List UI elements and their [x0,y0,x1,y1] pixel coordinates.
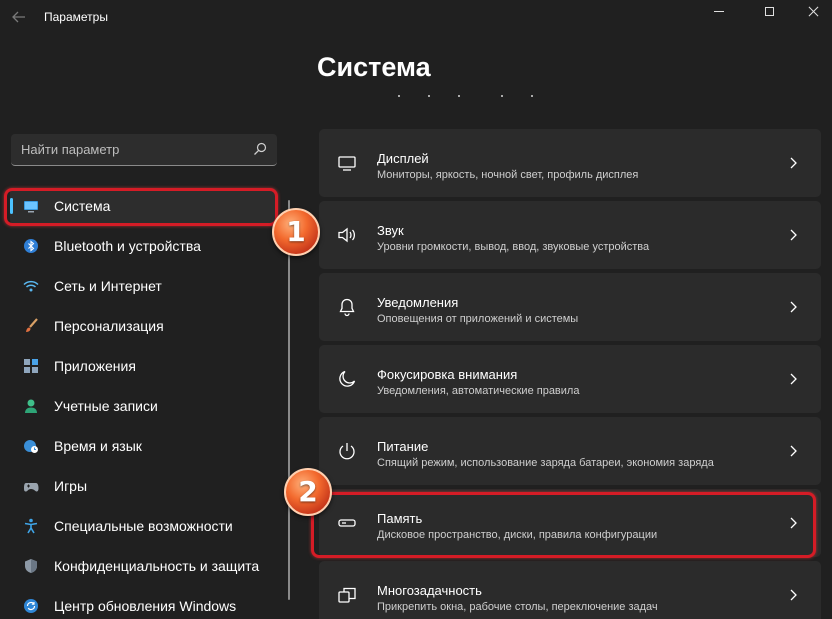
step-badge-2: 2 [284,468,332,516]
speaker-icon [338,227,356,243]
title-bar: Параметры [0,0,832,36]
card-title: Уведомления [377,295,459,310]
sidebar-item-label: Bluetooth и устройства [54,238,201,254]
sidebar-item-apps[interactable]: Приложения [10,348,276,384]
close-icon [808,6,819,17]
gamepad-icon [24,483,39,492]
app-title: Параметры [44,10,108,24]
card-title: Звук [377,223,404,238]
highlight-frame-storage [311,492,816,558]
sidebar-item-label: Приложения [54,358,136,374]
card-description: Прикрепить окна, рабочие столы, переключ… [377,601,658,613]
accessibility-icon [24,518,38,534]
sidebar-item-label: Время и язык [54,438,142,454]
sidebar-item-label: Центр обновления Windows [54,598,237,614]
page-title: Система [317,52,431,82]
sidebar-item-windows-update[interactable]: Центр обновления Windows [10,588,276,619]
chevron-right-icon [790,445,797,457]
card-description: Уведомления, автоматические правила [377,385,580,397]
minimize-icon [714,10,724,12]
sidebar-item-label: Учетные записи [54,398,158,414]
sidebar-item-accounts[interactable]: Учетные записи [10,388,276,424]
moon-icon [339,370,356,387]
chevron-right-icon [790,157,797,169]
brush-icon [26,318,38,332]
globe-clock-icon [24,440,38,453]
card-title: Фокусировка внимания [377,367,518,382]
sidebar-item-label: Сеть и Интернет [54,278,162,294]
sidebar-item-personalization[interactable]: Персонализация [10,308,276,344]
multitasking-icon [338,587,356,603]
chevron-right-icon [790,301,797,313]
sidebar-item-network[interactable]: Сеть и Интернет [10,268,276,304]
setting-card-sound[interactable]: Звук Уровни громкости, вывод, ввод, звук… [319,201,821,269]
bluetooth-icon [24,239,38,253]
setting-card-display[interactable]: Дисплей Мониторы, яркость, ночной свет, … [319,129,821,197]
search-box[interactable] [11,134,277,166]
setting-card-notifications[interactable]: Уведомления Оповещения от приложений и с… [319,273,821,341]
decorative-dots [398,95,543,101]
sidebar-item-label: Специальные возможности [54,518,233,534]
sidebar-item-label: Конфиденциальность и защита [54,558,260,574]
card-title: Многозадачность [377,583,482,598]
sidebar-item-privacy[interactable]: Конфиденциальность и защита [10,548,276,584]
search-input[interactable] [11,134,241,165]
step-badge-1: 1 [272,208,320,256]
sidebar-item-time-language[interactable]: Время и язык [10,428,276,464]
card-title: Дисплей [377,151,429,166]
setting-card-multitasking[interactable]: Многозадачность Прикрепить окна, рабочие… [319,561,821,619]
display-icon [338,156,356,171]
card-title: Питание [377,439,429,454]
wifi-icon [23,280,39,292]
apps-icon [24,359,38,373]
card-description: Уровни громкости, вывод, ввод, звуковые … [377,241,650,253]
maximize-icon [764,6,774,16]
sidebar-item-label: Персонализация [54,318,164,334]
setting-card-power[interactable]: Питание Спящий режим, использование заря… [319,417,821,485]
bell-icon [339,298,355,317]
arrow-left-icon [12,11,25,23]
maximize-button[interactable] [746,0,792,22]
highlight-frame-system [4,188,278,226]
card-description: Мониторы, яркость, ночной свет, профиль … [377,169,639,181]
sidebar-item-bluetooth[interactable]: Bluetooth и устройства [10,228,276,264]
chevron-right-icon [790,589,797,601]
setting-card-focus[interactable]: Фокусировка внимания Уведомления, автома… [319,345,821,413]
power-icon [339,443,355,460]
minimize-button[interactable] [696,0,742,22]
sidebar-item-label: Игры [54,478,88,494]
close-button[interactable] [794,0,832,22]
sidebar-item-gaming[interactable]: Игры [10,468,276,504]
chevron-right-icon [790,229,797,241]
card-description: Спящий режим, использование заряда батар… [377,457,714,469]
card-description: Оповещения от приложений и системы [377,313,579,325]
back-button[interactable] [8,6,30,28]
sidebar-item-accessibility[interactable]: Специальные возможности [10,508,276,544]
shield-icon [25,559,37,573]
chevron-right-icon [790,373,797,385]
update-icon [24,599,38,613]
person-icon [25,399,37,413]
search-icon[interactable] [253,142,267,156]
sidebar-scrollbar[interactable] [288,200,290,600]
